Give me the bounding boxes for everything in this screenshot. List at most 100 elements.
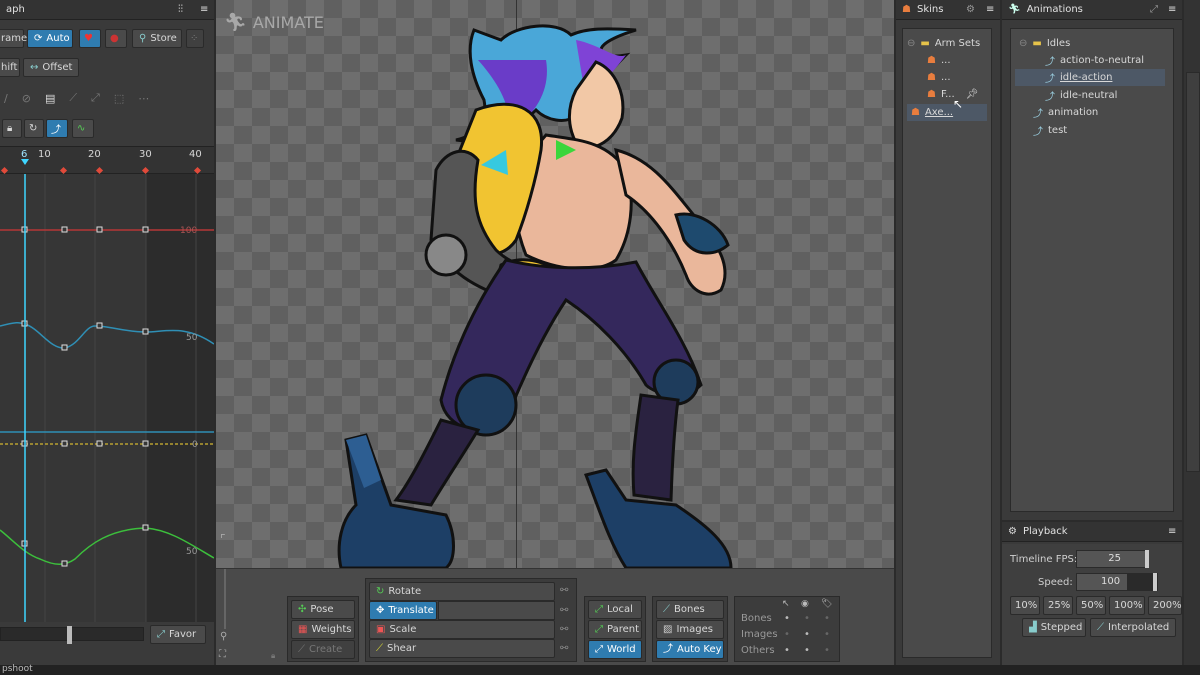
fps-label: Timeline FPS: [1010, 554, 1078, 565]
pose-button[interactable]: ✣ Pose [291, 600, 355, 619]
skins-pin-icon[interactable]: ⚙ [966, 4, 975, 15]
visibility-bones-label: Bones [741, 613, 772, 624]
animations-menu-icon[interactable]: ≡ [1168, 4, 1176, 15]
auto-button[interactable]: ⟳ Auto [27, 29, 73, 48]
speed-25-button[interactable]: 25% [1043, 596, 1073, 615]
visibility-dot[interactable]: • [784, 629, 790, 640]
visibility-dot[interactable]: • [824, 629, 830, 640]
visibility-dot[interactable]: • [784, 613, 790, 624]
link-icon[interactable]: ⚯ [560, 643, 568, 654]
speed-200-button[interactable]: 200% [1148, 596, 1182, 615]
shift-button[interactable]: hift [0, 58, 20, 77]
weights-button[interactable]: ▦ Weights [291, 620, 355, 639]
lock-button[interactable]: 🔒︎ [2, 119, 22, 138]
favor-button[interactable]: ⤢ Favor [150, 625, 206, 644]
visibility-dot[interactable]: • [824, 613, 830, 624]
playback-menu-icon[interactable]: ≡ [1168, 526, 1176, 537]
skins-folder-arm-sets[interactable]: ⊖ ▬ Arm Sets [903, 35, 991, 52]
world-button[interactable]: ⤢ World [588, 640, 642, 659]
images-key-button[interactable]: ▨ Images [656, 620, 724, 639]
toggle-button[interactable]: ● [105, 29, 127, 48]
visibility-dot[interactable]: • [824, 645, 830, 656]
animation-item[interactable]: ⤴ idle-neutral [1041, 87, 1173, 104]
skins-menu-icon[interactable]: ≡ [986, 4, 994, 15]
paste-tool-icon[interactable]: ▤ [45, 92, 55, 105]
eye-column-icon[interactable]: ◉ [801, 599, 809, 609]
heart-icon: ♥ [84, 32, 93, 44]
auto-key-button[interactable]: ⤴ Auto Key [656, 640, 724, 659]
visibility-dot[interactable]: • [804, 645, 810, 656]
speed-10-button[interactable]: 10% [1010, 596, 1040, 615]
translate-button[interactable]: ✥ Translate [369, 601, 437, 620]
offset-button[interactable]: ↔ Offset [23, 58, 79, 77]
stop-tool-icon[interactable]: ⊘ [22, 92, 31, 105]
zoom-icon[interactable]: ⚲ [220, 631, 227, 642]
menu-icon[interactable]: ≡ [200, 4, 208, 15]
animation-item[interactable]: ⤴ animation [1029, 104, 1173, 121]
speed-field[interactable]: 100 [1076, 573, 1158, 591]
link-icon[interactable]: ⚯ [560, 624, 568, 635]
fit-icon[interactable]: ⛶ [219, 649, 226, 660]
visibility-dot[interactable]: • [804, 613, 810, 624]
skin-item[interactable]: ☗ ... [923, 69, 991, 86]
frame-icon[interactable]: ⌜ [220, 532, 226, 546]
collapse-icon[interactable]: ⊖ [1019, 38, 1027, 49]
speed-slider-thumb[interactable] [1153, 573, 1157, 591]
parent-button[interactable]: ⤢ Parent [588, 620, 642, 639]
loop-button[interactable]: ↻ [24, 119, 44, 138]
translate-value-field[interactable] [438, 601, 555, 620]
animations-pin-icon[interactable]: ⤢ [1150, 4, 1158, 15]
curve-graph[interactable]: 100 50 0 50 [0, 174, 214, 622]
stepped-button[interactable]: ▟ Stepped [1022, 618, 1086, 637]
auto-curve-button[interactable]: ⤴ [46, 119, 68, 138]
fps-field[interactable]: 25 [1076, 550, 1149, 568]
lock-view-icon[interactable]: 🔒︎ [271, 651, 275, 661]
bottom-tab[interactable]: pshoot [2, 664, 33, 674]
frame-button[interactable]: rame [0, 29, 27, 48]
store-options-button[interactable]: ⁘ [186, 29, 204, 48]
skins-panel: ☗ Skins ⚙ ≡ ⊖ ▬ Arm Sets ☗ ... ☗ ... ☗ F… [896, 0, 1000, 665]
interpolated-button[interactable]: ⟋ Interpolated [1090, 618, 1176, 637]
create-button[interactable]: ⟋ Create [291, 640, 355, 659]
animation-item[interactable]: ⤴ action-to-neutral [1041, 52, 1173, 69]
visibility-dot[interactable]: • [784, 645, 790, 656]
pin-icon[interactable]: 📌︎ [966, 89, 979, 100]
scroll-thumb[interactable] [67, 626, 72, 644]
bezier-tool-icon[interactable]: ⤢ [91, 91, 100, 105]
curve-tool-icon[interactable]: ⟋ [69, 91, 77, 105]
collapse-icon[interactable]: ⊖ [907, 38, 915, 49]
viewport[interactable]: 🏃︎ ANIMATE ⌜ [216, 0, 894, 568]
right-edge-tab[interactable] [1186, 72, 1200, 472]
speed-50-button[interactable]: 50% [1076, 596, 1106, 615]
smooth-curve-button[interactable]: ∿ [72, 119, 94, 138]
fps-slider-thumb[interactable] [1145, 550, 1149, 568]
tag-column-icon[interactable]: 🏷︎ [821, 599, 832, 609]
visibility-dot[interactable]: • [804, 629, 810, 640]
scale-button[interactable]: ▣ Scale [369, 620, 555, 639]
rotate-button[interactable]: ↻ Rotate [369, 582, 555, 601]
link-icon[interactable]: ⚯ [560, 605, 568, 616]
animations-folder-idles[interactable]: ⊖ ▬ Idles [1015, 35, 1173, 52]
store-button[interactable]: ⚲ Store [132, 29, 182, 48]
animation-item-selected[interactable]: ⤴ idle-action [1015, 69, 1165, 86]
character-illustration[interactable] [216, 0, 894, 568]
graph-scrollbar[interactable] [0, 626, 144, 644]
timeline-ruler[interactable]: 6 10 20 30 40 [0, 146, 214, 175]
shear-button[interactable]: ⟋ Shear [369, 639, 555, 658]
skin-item-selected[interactable]: ☗ Axe... [907, 104, 987, 121]
zoom-slider-track[interactable] [224, 569, 226, 629]
select-column-icon[interactable]: ↖ [782, 599, 790, 609]
bones-key-button[interactable]: ⟋ Bones [656, 600, 724, 619]
skin-item[interactable]: ☗ ... [923, 52, 991, 69]
link-icon[interactable]: ⚯ [560, 585, 568, 596]
animation-item[interactable]: ⤴ test [1029, 122, 1173, 139]
linear-tool-icon[interactable]: ∕ [4, 92, 8, 105]
dots-tool-icon[interactable]: ⋯ [138, 92, 149, 105]
shear-icon: ⟋ [376, 642, 383, 654]
graph-options-icon[interactable]: ⫶⫶ [178, 4, 183, 15]
heart-button[interactable]: ♥ [79, 29, 101, 48]
select-tool-icon[interactable]: ⬚ [114, 92, 124, 105]
local-button[interactable]: ⤢ Local [588, 600, 642, 619]
speed-100-button[interactable]: 100% [1109, 596, 1145, 615]
playback-body: Timeline FPS: 25 Speed: 100 10% 25% 50% … [1002, 544, 1182, 665]
